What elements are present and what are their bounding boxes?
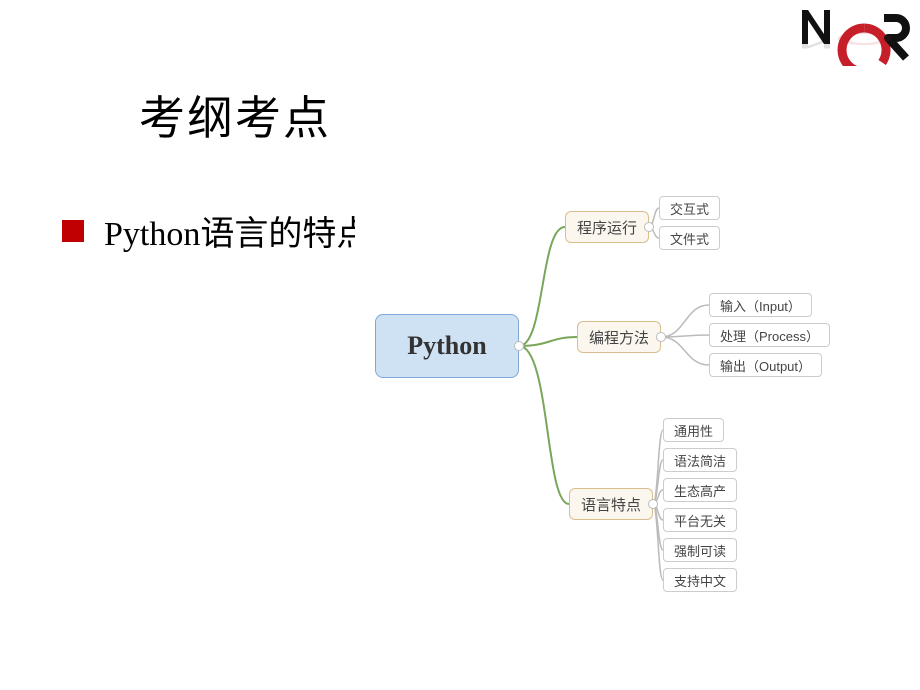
expand-icon (648, 499, 658, 509)
mindmap-leaf: 交互式 (659, 196, 720, 220)
mindmap: Python 程序运行 编程方法 语言特点 交互式 文件式 输入（Input） … (355, 186, 920, 616)
branch-label: 语言特点 (581, 494, 641, 515)
mindmap-leaf: 通用性 (663, 418, 724, 442)
mindmap-leaf: 平台无关 (663, 508, 737, 532)
bullet-text: Python语言的特点 (104, 206, 370, 255)
decorative-dot (140, 22, 148, 30)
mindmap-leaf: 生态高产 (663, 478, 737, 502)
mindmap-branch-run: 程序运行 (565, 211, 649, 243)
mindmap-leaf: 输入（Input） (709, 293, 812, 317)
logo-ncr (798, 4, 914, 71)
mindmap-leaf: 输出（Output） (709, 353, 822, 377)
mindmap-leaf: 文件式 (659, 226, 720, 250)
page-title: 考纲考点 (139, 82, 331, 148)
bullet-icon (62, 220, 84, 242)
mindmap-root-label: Python (407, 331, 486, 361)
expand-icon (656, 332, 666, 342)
feature-bullet: Python语言的特点 (62, 206, 370, 255)
expand-icon (514, 341, 524, 351)
mindmap-connectors (355, 186, 920, 616)
mindmap-leaf: 强制可读 (663, 538, 737, 562)
mindmap-leaf: 处理（Process） (709, 323, 830, 347)
mindmap-root: Python (375, 314, 519, 378)
branch-label: 程序运行 (577, 217, 637, 238)
mindmap-leaf: 支持中文 (663, 568, 737, 592)
branch-label: 编程方法 (589, 327, 649, 348)
expand-icon (644, 222, 654, 232)
mindmap-leaf: 语法简洁 (663, 448, 737, 472)
mindmap-branch-feature: 语言特点 (569, 488, 653, 520)
mindmap-branch-method: 编程方法 (577, 321, 661, 353)
